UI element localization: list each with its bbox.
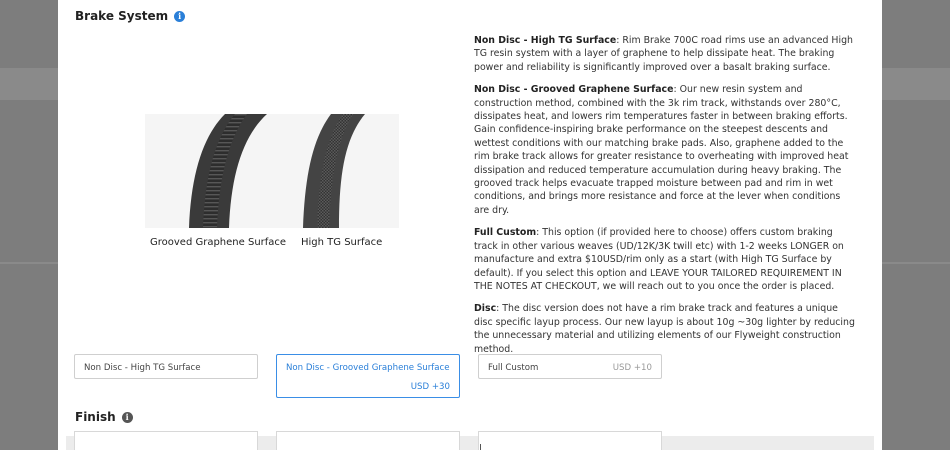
desc-grooved-graphene: Non Disc - Grooved Graphene Surface: Our… [474,84,849,216]
option-price: USD +10 [612,363,652,373]
grooved-graphene-caption: Grooved Graphene Surface [150,237,287,248]
high-tg-caption: High TG Surface [301,237,383,248]
option-high-tg-surface[interactable]: Non Disc - High TG Surface [74,354,258,379]
finish-heading: Finish i [75,410,133,424]
brake-system-heading: Brake System i [75,9,186,23]
option-label: Non Disc - Grooved Graphene Surface [286,363,450,373]
finish-option-2[interactable] [276,431,460,450]
finish-option-3[interactable] [478,431,662,450]
rim-illustration [145,114,399,228]
brake-system-modal: Brake System i Grooved Graphene Surface … [58,0,882,450]
option-label: Non Disc - High TG Surface [84,363,201,373]
option-label: Full Custom [488,363,539,373]
brake-system-title: Brake System [75,9,169,23]
desc-disc: Disc: The disc version does not have a r… [474,303,855,355]
info-circle-icon[interactable]: i [174,10,186,22]
text-cursor [480,444,481,450]
option-full-custom[interactable]: Full Custom USD +10 [478,354,662,379]
desc-high-tg: Non Disc - High TG Surface: Rim Brake 70… [474,35,853,73]
brake-system-descriptions: Non Disc - High TG Surface: Rim Brake 70… [474,34,856,365]
option-grooved-graphene-surface[interactable]: Non Disc - Grooved Graphene Surface USD … [276,354,460,398]
option-price: USD +30 [410,382,450,392]
finish-option-1[interactable] [74,431,258,450]
info-circle-icon[interactable]: i [121,411,133,423]
finish-title: Finish [75,410,116,424]
desc-full-custom: Full Custom: This option (if provided he… [474,227,844,292]
rim-surface-image [145,114,399,228]
